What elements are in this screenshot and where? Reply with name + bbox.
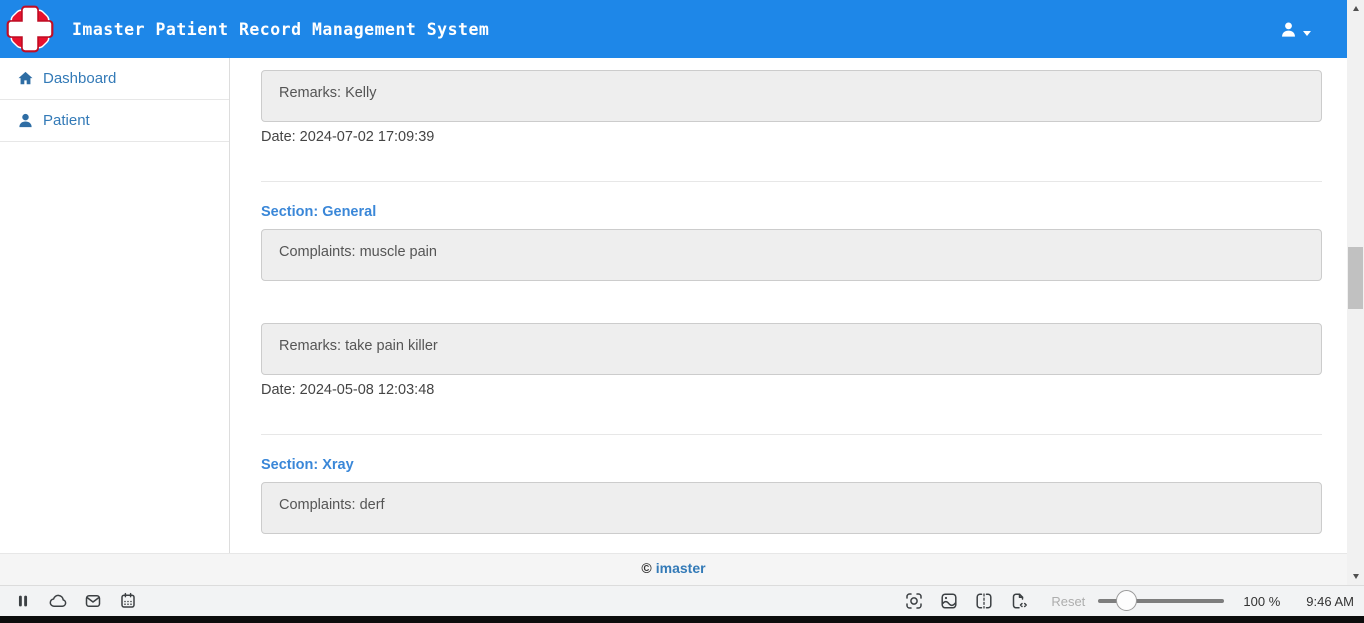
person-icon [19, 113, 32, 128]
triangle-down-icon [1352, 574, 1359, 579]
vertical-scrollbar[interactable] [1347, 0, 1364, 585]
complaints-text: Complaints: muscle pain [279, 244, 437, 260]
section-divider [261, 434, 1322, 435]
scroll-down-button[interactable] [1347, 568, 1364, 585]
app-header: Imaster Patient Record Management System [0, 0, 1347, 58]
remarks-text: Remarks: take pain killer [279, 338, 438, 354]
clock: 9:46 AM [1306, 593, 1354, 609]
remarks-box: Remarks: take pain killer [261, 323, 1322, 375]
complaints-box: Complaints: muscle pain [261, 229, 1322, 281]
remarks-text: Remarks: Kelly [279, 85, 377, 101]
mail-icon[interactable] [83, 591, 103, 611]
record-date: Date: 2024-05-08 12:03:48 [261, 382, 435, 398]
pause-icon[interactable] [13, 591, 33, 611]
sidebar-item-dashboard[interactable]: Dashboard [0, 58, 229, 100]
person-icon [1282, 21, 1295, 37]
medical-cross-logo-icon [6, 5, 54, 53]
scroll-up-button[interactable] [1347, 0, 1364, 17]
browser-viewport: Imaster Patient Record Management System… [0, 0, 1347, 585]
taskbar-left-icons [13, 591, 138, 611]
app-title: Imaster Patient Record Management System [72, 19, 490, 39]
sidebar-item-patient[interactable]: Patient [0, 100, 229, 142]
split-view-icon[interactable] [974, 591, 994, 611]
zoom-slider[interactable] [1098, 590, 1225, 611]
code-file-icon[interactable] [1009, 591, 1029, 611]
zoom-value: 100 % [1243, 593, 1281, 609]
complaints-box: Complaints: derf [261, 482, 1322, 534]
app-footer: © imaster [0, 553, 1347, 585]
chevron-down-icon [1303, 30, 1311, 36]
cloud-icon[interactable] [48, 591, 68, 611]
complaints-text: Complaints: derf [279, 497, 385, 513]
section-title-general: Section: General [261, 204, 377, 220]
copyright-symbol: © [641, 560, 652, 576]
reset-button[interactable]: Reset [1051, 594, 1085, 609]
patient-record-content: Remarks: Kelly Date: 2024-07-02 17:09:39… [230, 58, 1347, 553]
taskbar-right-controls: Reset 100 % 9:46 AM [889, 590, 1354, 611]
screen: Imaster Patient Record Management System… [0, 0, 1364, 623]
sidebar-item-label: Patient [43, 112, 90, 129]
calendar-icon[interactable] [118, 591, 138, 611]
sidebar: Dashboard Patient [0, 58, 230, 553]
section-divider [261, 181, 1322, 182]
section-title-xray: Section: Xray [261, 457, 354, 473]
screen-capture-icon[interactable] [904, 591, 924, 611]
page-body: Dashboard Patient Remarks: Kelly Date: 2… [0, 58, 1347, 553]
sidebar-item-label: Dashboard [43, 70, 117, 87]
home-icon [18, 71, 33, 85]
scrollbar-thumb[interactable] [1348, 247, 1363, 309]
triangle-up-icon [1352, 6, 1359, 11]
footer-brand: imaster [655, 560, 706, 576]
bottom-edge-strip [0, 616, 1364, 623]
remarks-box: Remarks: Kelly [261, 70, 1322, 122]
slider-thumb[interactable] [1116, 590, 1138, 611]
record-date: Date: 2024-07-02 17:09:39 [261, 129, 435, 145]
image-icon[interactable] [939, 591, 959, 611]
user-menu-button[interactable] [1279, 0, 1311, 58]
taskbar: Reset 100 % 9:46 AM [0, 585, 1364, 616]
